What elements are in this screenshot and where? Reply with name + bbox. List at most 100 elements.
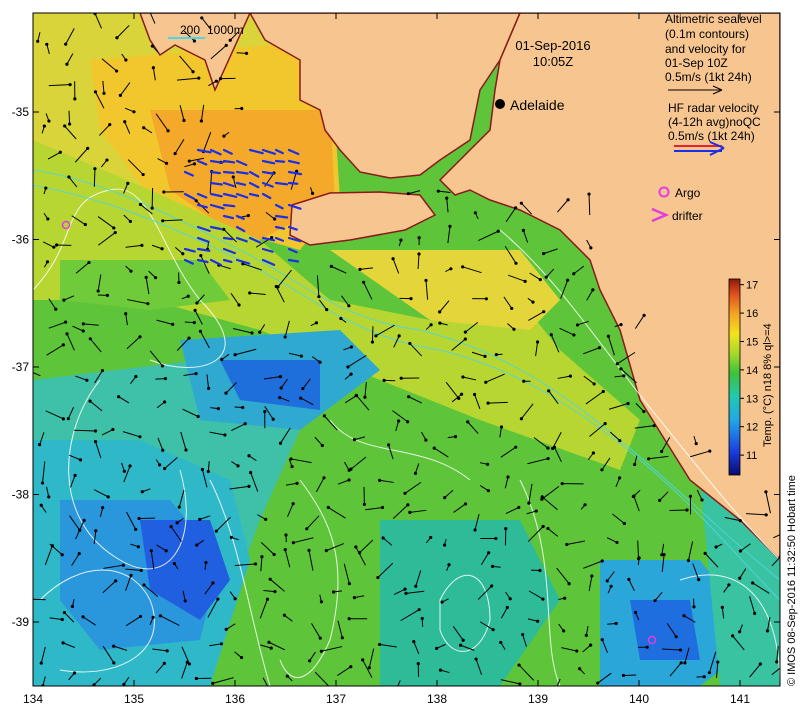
altimetry-arrowhead bbox=[111, 644, 116, 648]
altimetry-arrowhead bbox=[105, 293, 110, 297]
altimetry-arrowhead bbox=[447, 563, 451, 567]
altimetry-arrowhead bbox=[473, 528, 477, 532]
altimetry-arrowhead bbox=[198, 329, 203, 333]
altimetry-arrowhead bbox=[775, 660, 779, 664]
altimetry-arrowhead bbox=[192, 162, 197, 166]
altimetry-arrowhead bbox=[494, 353, 498, 357]
altimetry-arrowhead bbox=[541, 597, 545, 601]
altimetry-arrowhead bbox=[660, 449, 664, 454]
altimetry-arrowhead bbox=[340, 636, 344, 640]
altimetry-arrowhead bbox=[461, 265, 465, 269]
altimetry-arrowhead bbox=[346, 365, 350, 369]
altimetry-arrowhead bbox=[194, 676, 198, 681]
altimetry-arrowhead bbox=[166, 129, 170, 133]
altimetry-arrowhead bbox=[541, 524, 545, 529]
altimetry-arrowhead bbox=[85, 378, 89, 382]
altimetry-arrowhead bbox=[58, 150, 62, 154]
altimetry-arrowhead bbox=[290, 464, 294, 469]
altimetry-arrowhead bbox=[658, 498, 662, 502]
altimetry-arrowhead bbox=[519, 417, 524, 421]
altimetry-arrowhead bbox=[517, 505, 521, 510]
altimetry-arrowhead bbox=[39, 661, 43, 665]
altimetry-arrowhead bbox=[416, 661, 420, 666]
altimetry-arrowhead bbox=[645, 645, 649, 649]
altimetry-arrowhead bbox=[615, 540, 619, 545]
altimetry-arrowhead bbox=[472, 392, 477, 397]
altimetry-arrowhead bbox=[55, 243, 59, 247]
altimetry-arrowhead bbox=[376, 575, 380, 580]
altimetry-arrowhead bbox=[244, 51, 249, 56]
altimetry-arrowhead bbox=[81, 615, 85, 619]
colorbar-gradient bbox=[728, 278, 741, 476]
altimetry-arrowhead bbox=[318, 636, 322, 640]
altimetry-arrowhead bbox=[181, 252, 185, 256]
altimetry-arrowhead bbox=[61, 417, 66, 421]
altimetry-arrowhead bbox=[163, 376, 167, 381]
altimetry-arrowhead bbox=[731, 634, 735, 638]
altimetry-arrowhead bbox=[591, 288, 595, 292]
altimetry-arrowhead bbox=[274, 284, 278, 289]
altimetry-arrowhead bbox=[149, 549, 153, 553]
colorbar-tick-label: 13 bbox=[746, 393, 758, 405]
altimetry-arrowhead bbox=[138, 202, 143, 207]
altimetry-arrowhead bbox=[449, 267, 453, 271]
altimetry-arrowhead bbox=[282, 613, 287, 617]
altimetry-arrow bbox=[488, 401, 508, 404]
altimetry-arrowhead bbox=[308, 659, 312, 663]
altimetry-arrowhead bbox=[378, 478, 382, 482]
altimetry-arrowhead bbox=[347, 304, 351, 308]
hf-radar-arrow bbox=[222, 203, 236, 208]
altimetry-arrowhead bbox=[229, 535, 234, 539]
altimetry-arrowhead bbox=[88, 337, 92, 341]
altimetry-arrowhead bbox=[406, 503, 410, 507]
altimetry-arrowhead bbox=[183, 599, 187, 603]
altimetry-arrowhead bbox=[118, 93, 122, 98]
altimetry-arrowhead bbox=[483, 354, 487, 358]
altimetry-arrowhead bbox=[268, 577, 272, 581]
altimetry-arrowhead bbox=[247, 454, 251, 458]
altimetry-arrowhead bbox=[42, 124, 46, 128]
altimetry-arrowhead bbox=[206, 386, 211, 390]
altimetry-arrowhead bbox=[72, 671, 77, 675]
altimetry-arrowhead bbox=[124, 58, 128, 62]
altimetry-arrowhead bbox=[674, 635, 678, 639]
altimetry-arrowhead bbox=[129, 269, 133, 273]
altimetry-arrowhead bbox=[596, 681, 600, 685]
altimetry-arrowhead bbox=[391, 257, 395, 261]
altimetry-arrowhead bbox=[354, 393, 358, 397]
altimetry-arrowhead bbox=[601, 389, 605, 394]
altimetry-arrowhead bbox=[652, 424, 656, 428]
altimetry-arrowhead bbox=[490, 564, 495, 568]
altimetry-arrowhead bbox=[692, 605, 696, 609]
hf-radar-arrow bbox=[222, 170, 235, 174]
altimetry-arrowhead bbox=[197, 76, 201, 80]
altimetry-arrowhead bbox=[382, 378, 386, 382]
altimetry-arrowhead bbox=[123, 120, 127, 124]
altimetry-arrowhead bbox=[575, 323, 580, 327]
altimetry-arrowhead bbox=[223, 433, 227, 437]
altimetry-arrowhead bbox=[409, 297, 413, 301]
altimetry-arrowhead bbox=[347, 581, 351, 586]
altimetry-arrowhead bbox=[429, 535, 433, 540]
altimetry-arrowhead bbox=[164, 549, 168, 553]
altimetry-arrowhead bbox=[247, 484, 251, 488]
altimetry-arrowhead bbox=[139, 568, 143, 572]
altimetry-arrowhead bbox=[106, 495, 110, 499]
altimetry-arrowhead bbox=[241, 405, 245, 410]
altimetry-arrowhead bbox=[291, 541, 295, 545]
altimetry-arrowhead bbox=[214, 79, 218, 83]
altimetry-arrowhead bbox=[413, 471, 418, 475]
altimetry-arrowhead bbox=[647, 457, 651, 461]
altimetry-arrowhead bbox=[562, 629, 566, 633]
altimetry-arrowhead bbox=[204, 560, 208, 565]
altimetry-arrowhead bbox=[65, 332, 69, 336]
altimetry-arrowhead bbox=[587, 192, 591, 196]
altimetry-arrowhead bbox=[64, 42, 68, 46]
lon-tick-label: 134 bbox=[23, 692, 43, 706]
altimetry-arrowhead bbox=[278, 395, 282, 400]
altimetry-arrowhead bbox=[250, 331, 254, 335]
altimetry-arrowhead bbox=[137, 516, 141, 521]
altimetry-arrowhead bbox=[93, 13, 97, 16]
colorbar-tick-label: 16 bbox=[746, 308, 758, 320]
altimetry-arrowhead bbox=[352, 596, 357, 600]
